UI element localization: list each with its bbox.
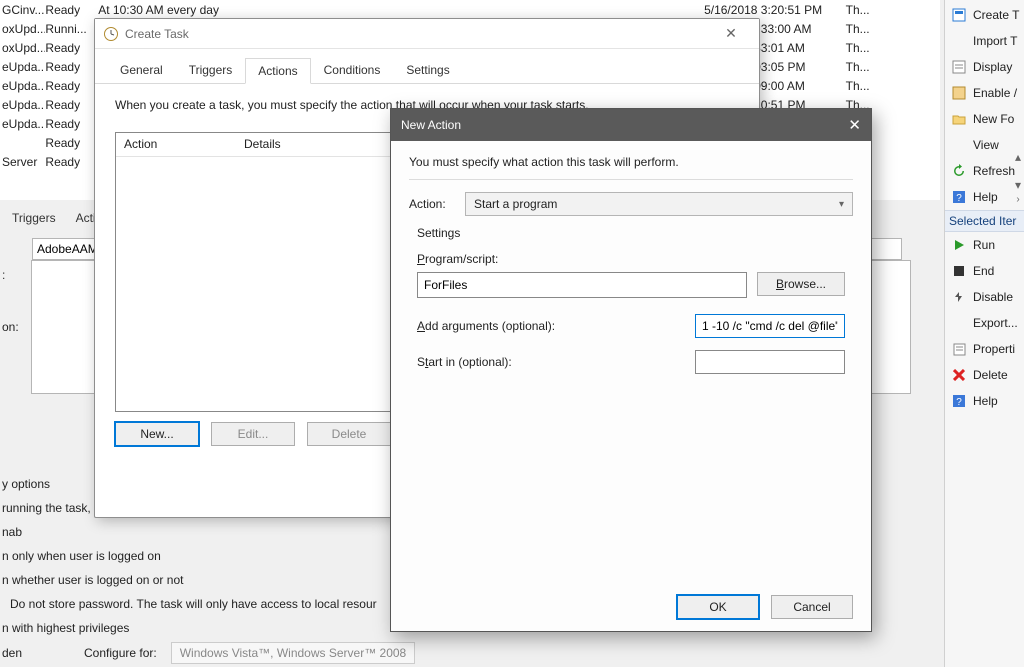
tab-general[interactable]: General (107, 57, 176, 83)
add-arguments-label: Add arguments (optional): (417, 319, 555, 333)
start-in-label: Start in (optional): (417, 355, 512, 369)
delete-action-button[interactable]: Delete (307, 422, 391, 446)
stop-icon (951, 263, 967, 279)
action-disable[interactable]: Disable (945, 284, 1024, 310)
program-script-input[interactable] (417, 272, 747, 298)
chevron-up-icon: ▴ (1015, 150, 1021, 164)
help-icon: ? (951, 393, 967, 409)
new-action-help-text: You must specify what action this task w… (409, 155, 853, 169)
create-task-titlebar[interactable]: Create Task ✕ (95, 19, 759, 49)
description-label: on: (2, 320, 19, 334)
action-create-task[interactable]: Create T (945, 2, 1024, 28)
new-action-title: New Action (401, 118, 821, 132)
scroll-hint: ▴ ▾ › (1012, 150, 1024, 190)
new-action-button[interactable]: New... (115, 422, 199, 446)
add-arguments-input[interactable] (695, 314, 845, 338)
checkbox-dont-store-pw[interactable]: Do not store password. The task will onl… (2, 592, 377, 616)
action-type-label: Action: (409, 197, 465, 211)
action-delete[interactable]: Delete (945, 362, 1024, 388)
action-help-2[interactable]: ? Help (945, 388, 1024, 414)
task-icon (951, 7, 967, 23)
tab-actions[interactable]: Actions (245, 58, 310, 84)
folder-icon (951, 111, 967, 127)
new-action-dialog: New Action ✕ You must specify what actio… (390, 108, 872, 632)
close-icon[interactable]: ✕ (711, 25, 751, 42)
program-script-label: Program/script: (417, 252, 845, 266)
history-icon (951, 85, 967, 101)
edit-action-button[interactable]: Edit... (211, 422, 295, 446)
list-icon (951, 59, 967, 75)
configure-for-dropdown[interactable]: Windows Vista™, Windows Server™ 2008 (171, 642, 416, 664)
action-import-task[interactable]: Import T (945, 28, 1024, 54)
delete-icon (951, 367, 967, 383)
col-header-details[interactable]: Details (236, 133, 289, 156)
action-enable-history[interactable]: Enable / (945, 80, 1024, 106)
tab-triggers[interactable]: Triggers (2, 208, 66, 228)
refresh-icon (951, 163, 967, 179)
location-label: : (2, 268, 8, 282)
tab-conditions[interactable]: Conditions (311, 57, 394, 83)
create-task-title: Create Task (125, 27, 711, 41)
actions-pane: Create T Import T Display Enable / New F… (944, 0, 1024, 667)
action-display-running[interactable]: Display (945, 54, 1024, 80)
chevron-right-icon: › (1016, 194, 1019, 205)
svg-text:?: ? (956, 193, 962, 204)
clock-icon (103, 26, 119, 42)
help-icon: ? (951, 189, 967, 205)
action-run[interactable]: Run (945, 232, 1024, 258)
disable-icon (951, 289, 967, 305)
configure-for-label: Configure for: (84, 646, 157, 660)
checkbox-highest-privileges[interactable]: n with highest privileges (2, 616, 377, 640)
new-action-titlebar[interactable]: New Action ✕ (391, 109, 871, 141)
play-icon (951, 237, 967, 253)
action-end[interactable]: End (945, 258, 1024, 284)
browse-button[interactable]: Browse... (757, 272, 845, 296)
action-new-folder[interactable]: New Fo (945, 106, 1024, 132)
cancel-button[interactable]: Cancel (771, 595, 853, 619)
radio-logged-on[interactable]: n only when user is logged on (2, 544, 377, 568)
start-in-input[interactable] (695, 350, 845, 374)
ok-button[interactable]: OK (677, 595, 759, 619)
action-properties[interactable]: Properti (945, 336, 1024, 362)
task-row[interactable]: GCinv...ReadyAt 10:30 AM every day5/16/2… (0, 0, 940, 19)
svg-text:?: ? (956, 397, 962, 408)
settings-groupbox-label: Settings (417, 226, 853, 240)
chevron-down-icon: ▾ (839, 199, 844, 210)
hidden-checkbox-label: den (2, 646, 38, 660)
action-type-dropdown[interactable]: Start a program ▾ (465, 192, 853, 216)
create-task-tabs: General Triggers Actions Conditions Sett… (95, 49, 759, 84)
divider (409, 179, 853, 180)
tab-settings[interactable]: Settings (393, 57, 462, 83)
radio-logged-on-or-not[interactable]: n whether user is logged on or not (2, 568, 377, 592)
security-runas-value: nab (2, 520, 377, 544)
close-icon[interactable]: ✕ (821, 116, 861, 134)
configure-for-row: den Configure for: Windows Vista™, Windo… (0, 639, 600, 667)
tab-triggers[interactable]: Triggers (176, 57, 246, 83)
col-header-action[interactable]: Action (116, 133, 236, 156)
pane-heading-selected-item: Selected Iter (945, 210, 1024, 232)
chevron-down-icon: ▾ (1015, 178, 1021, 192)
action-export[interactable]: Export... (945, 310, 1024, 336)
properties-icon (951, 341, 967, 357)
